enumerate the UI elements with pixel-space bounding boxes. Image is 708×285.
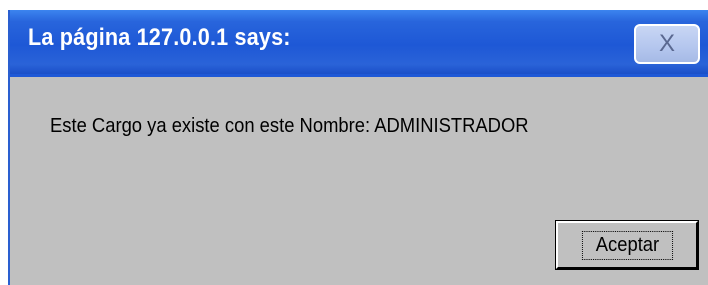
close-icon: X [658, 30, 675, 57]
alert-dialog: La página 127.0.0.1 says: X Este Cargo y… [8, 10, 708, 285]
dialog-body: Este Cargo ya existe con este Nombre: AD… [10, 74, 708, 285]
alert-message: Este Cargo ya existe con este Nombre: AD… [50, 115, 529, 137]
ok-button[interactable]: Aceptar [555, 220, 699, 270]
close-button[interactable]: X [634, 24, 700, 64]
ok-button-label: Aceptar [581, 230, 673, 260]
dialog-titlebar[interactable]: La página 127.0.0.1 says: X [10, 10, 708, 74]
dialog-title: La página 127.0.0.1 says: [28, 24, 291, 51]
